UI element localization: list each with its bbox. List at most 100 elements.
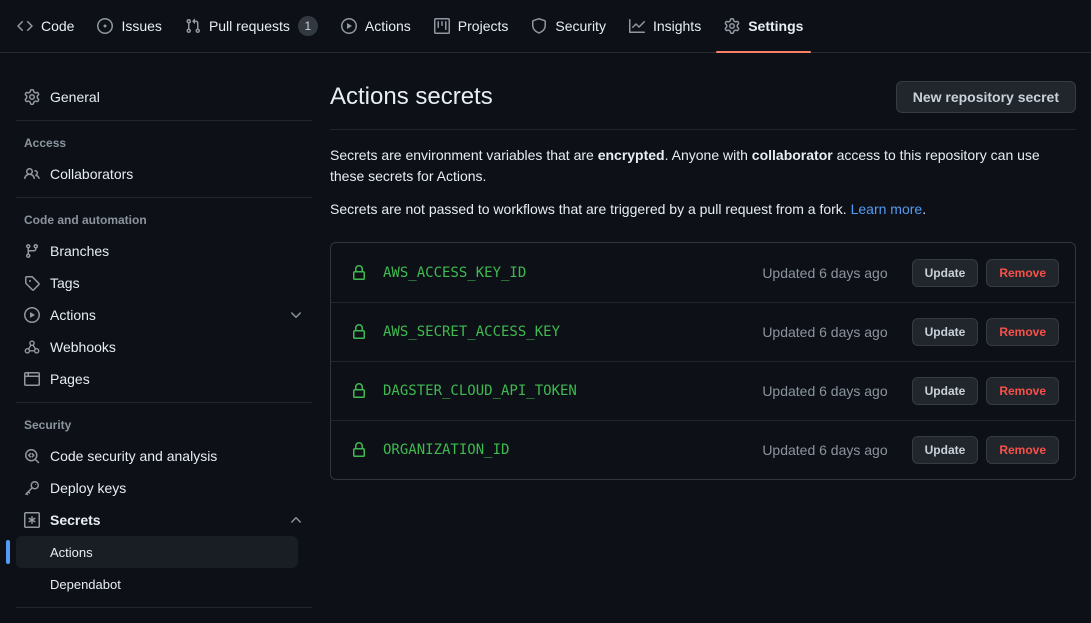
secret-row: AWS_SECRET_ACCESS_KEY Updated 6 days ago…: [331, 302, 1075, 361]
lock-icon: [351, 265, 367, 281]
graph-icon: [629, 18, 645, 34]
webhook-icon: [24, 339, 40, 355]
gear-icon: [724, 18, 740, 34]
sidebar-item-label: Webhooks: [50, 339, 304, 355]
nav-tab-projects[interactable]: Projects: [426, 0, 517, 52]
git-pull-request-icon: [185, 18, 201, 34]
secret-row: ORGANIZATION_ID Updated 6 days ago Updat…: [331, 420, 1075, 479]
sidebar-item-label: Pages: [50, 371, 304, 387]
sidebar-item-code-security[interactable]: Code security and analysis: [16, 440, 312, 472]
secret-updated-text: Updated 6 days ago: [762, 383, 887, 399]
lock-icon: [351, 324, 367, 340]
sidebar-divider: [16, 402, 312, 403]
remove-secret-button[interactable]: Remove: [986, 259, 1059, 287]
sidebar-item-label: Code security and analysis: [50, 448, 304, 464]
sidebar-subitem-secrets-dependabot[interactable]: Dependabot: [16, 568, 298, 600]
update-secret-button[interactable]: Update: [912, 377, 979, 405]
sidebar-item-deploy-keys[interactable]: Deploy keys: [16, 472, 312, 504]
sidebar-section-code-automation: Code and automation: [16, 205, 312, 235]
key-icon: [24, 480, 40, 496]
sidebar-section-security: Security: [16, 410, 312, 440]
nav-tab-label: Pull requests: [209, 19, 290, 33]
nav-tab-insights[interactable]: Insights: [621, 0, 709, 52]
description-text: .: [922, 201, 926, 217]
key-asterisk-icon: [24, 512, 40, 528]
sidebar-item-webhooks[interactable]: Webhooks: [16, 331, 312, 363]
secret-row: DAGSTER_CLOUD_API_TOKEN Updated 6 days a…: [331, 361, 1075, 420]
issue-opened-icon: [97, 18, 113, 34]
secret-updated-text: Updated 6 days ago: [762, 265, 887, 281]
nav-tab-label: Projects: [458, 19, 509, 33]
chevron-up-icon: [288, 512, 304, 528]
sidebar-item-label: Dependabot: [50, 577, 121, 592]
nav-tab-issues[interactable]: Issues: [89, 0, 169, 52]
secret-name: DAGSTER_CLOUD_API_TOKEN: [383, 383, 762, 399]
sidebar-divider: [16, 607, 312, 608]
update-secret-button[interactable]: Update: [912, 318, 979, 346]
secret-name: AWS_SECRET_ACCESS_KEY: [383, 324, 762, 340]
sidebar-item-label: Secrets: [50, 512, 278, 528]
shield-icon: [531, 18, 547, 34]
sidebar-item-secrets[interactable]: Secrets: [16, 504, 312, 536]
secret-row: AWS_ACCESS_KEY_ID Updated 6 days ago Upd…: [331, 243, 1075, 302]
nav-tab-pull-requests[interactable]: Pull requests 1: [177, 0, 326, 52]
nav-tab-code[interactable]: Code: [9, 0, 82, 52]
sidebar-item-label: Actions: [50, 545, 93, 560]
sidebar-item-label: Tags: [50, 275, 304, 291]
code-icon: [17, 18, 33, 34]
new-repository-secret-button[interactable]: New repository secret: [896, 81, 1076, 113]
sidebar-item-actions[interactable]: Actions: [16, 299, 312, 331]
gear-icon: [24, 89, 40, 105]
lock-icon: [351, 442, 367, 458]
sidebar-item-pages[interactable]: Pages: [16, 363, 312, 395]
sidebar-item-label: Collaborators: [50, 166, 304, 182]
description-text: . Anyone with: [665, 147, 752, 163]
nav-tab-actions[interactable]: Actions: [333, 0, 419, 52]
sidebar-divider: [16, 120, 312, 121]
description-text: Secrets are environment variables that a…: [330, 147, 598, 163]
sidebar-item-general[interactable]: General: [16, 81, 312, 113]
remove-secret-button[interactable]: Remove: [986, 436, 1059, 464]
description-text: Secrets are not passed to workflows that…: [330, 201, 851, 217]
nav-tab-security[interactable]: Security: [523, 0, 614, 52]
nav-tab-settings[interactable]: Settings: [716, 0, 811, 52]
description-paragraph: Secrets are environment variables that a…: [330, 145, 1076, 187]
secret-name: AWS_ACCESS_KEY_ID: [383, 265, 762, 281]
repo-tab-nav: Code Issues Pull requests 1 Actions Proj…: [0, 0, 1091, 53]
page-title: Actions secrets: [330, 81, 493, 113]
sidebar-item-branches[interactable]: Branches: [16, 235, 312, 267]
sidebar-section-access: Access: [16, 128, 312, 158]
actions-secrets-panel: Actions secrets New repository secret Se…: [330, 81, 1076, 615]
nav-tab-label: Issues: [121, 19, 161, 33]
sidebar-divider: [16, 197, 312, 198]
chevron-down-icon: [288, 307, 304, 323]
nav-tab-label: Security: [555, 19, 606, 33]
secret-name: ORGANIZATION_ID: [383, 442, 762, 458]
sidebar-subitem-secrets-actions[interactable]: Actions: [16, 536, 298, 568]
git-branch-icon: [24, 243, 40, 259]
sidebar-item-tags[interactable]: Actions Tags: [16, 267, 312, 299]
secrets-list: AWS_ACCESS_KEY_ID Updated 6 days ago Upd…: [330, 242, 1076, 480]
project-icon: [434, 18, 450, 34]
play-icon: [24, 307, 40, 323]
codescan-icon: [24, 448, 40, 464]
sidebar-item-label: Branches: [50, 243, 304, 259]
learn-more-link[interactable]: Learn more: [851, 201, 923, 217]
pull-requests-count-badge: 1: [298, 16, 318, 36]
sidebar-item-label: Deploy keys: [50, 480, 304, 496]
page-header: Actions secrets New repository secret: [330, 81, 1076, 130]
nav-tab-label: Settings: [748, 19, 803, 33]
sidebar-item-label: General: [50, 89, 304, 105]
tag-icon: [24, 275, 40, 291]
sidebar-item-collaborators[interactable]: Collaborators: [16, 158, 312, 190]
update-secret-button[interactable]: Update: [912, 436, 979, 464]
settings-layout: General Access Collaborators Code and au…: [0, 53, 1091, 615]
remove-secret-button[interactable]: Remove: [986, 318, 1059, 346]
description-bold-collaborator: collaborator: [752, 147, 833, 163]
sidebar-item-label: Actions: [50, 307, 278, 323]
people-icon: [24, 166, 40, 182]
secret-updated-text: Updated 6 days ago: [762, 324, 887, 340]
update-secret-button[interactable]: Update: [912, 259, 979, 287]
nav-tab-label: Actions: [365, 19, 411, 33]
remove-secret-button[interactable]: Remove: [986, 377, 1059, 405]
